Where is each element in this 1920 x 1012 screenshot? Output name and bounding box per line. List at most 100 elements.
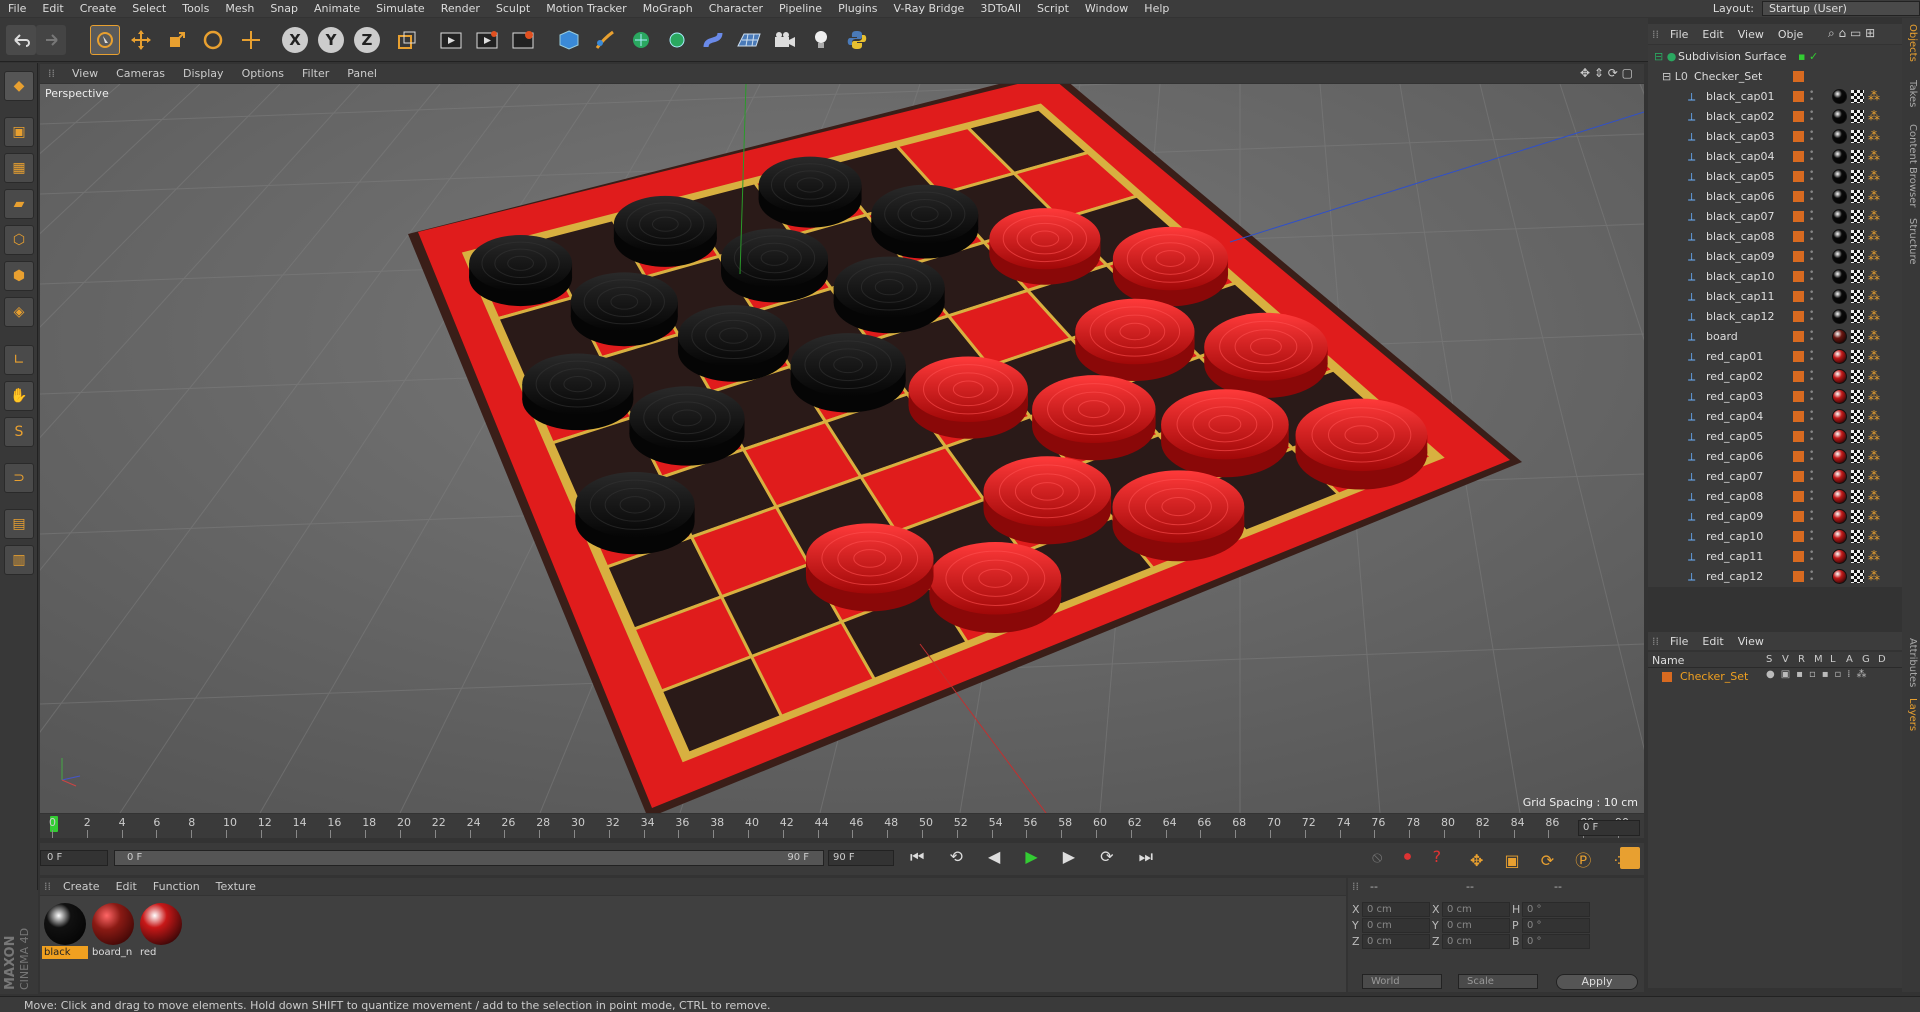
visibility-dots[interactable]: • • [1809, 329, 1814, 345]
camera-icon[interactable] [770, 25, 800, 55]
menu-file[interactable]: File [0, 0, 34, 17]
viewport-menu-panel[interactable]: Panel [338, 67, 386, 80]
object-row[interactable]: ⟂ red_cap06 • • ⁂ [1648, 447, 1902, 467]
object-menu-view[interactable]: View [1731, 28, 1771, 41]
viewport-menu-display[interactable]: Display [174, 67, 233, 80]
light-icon[interactable] [806, 25, 836, 55]
coord-value-field[interactable]: 0 ° [1522, 902, 1590, 917]
material-tag-icon[interactable] [1832, 509, 1847, 524]
texture-mode-icon[interactable]: ▦ [4, 153, 34, 183]
record-buttons[interactable]: ⦸ ⏺ ? [1372, 847, 1449, 867]
snap-icon[interactable]: S [4, 417, 34, 447]
viewport-menu-options[interactable]: Options [233, 67, 293, 80]
visibility-dots[interactable]: • • [1809, 429, 1814, 445]
visibility-dots[interactable]: • • [1809, 369, 1814, 385]
object-row[interactable]: ⟂ black_cap12 • • ⁂ [1648, 307, 1902, 327]
menu-pipeline[interactable]: Pipeline [771, 0, 830, 17]
object-row[interactable]: ⟂ black_cap07 • • ⁂ [1648, 207, 1902, 227]
coord-value-field[interactable]: 0 cm [1442, 918, 1510, 933]
object-row-root[interactable]: ⊟ ● Subdivision Surface ▪ ✓ [1648, 47, 1902, 67]
render-view-icon[interactable] [436, 25, 466, 55]
key-mode-buttons[interactable]: ✥ ▣ ⟳ Ⓟ ⁘ [1470, 847, 1634, 871]
move-tool-icon[interactable] [126, 25, 156, 55]
object-row[interactable]: ⟂ red_cap08 • • ⁂ [1648, 487, 1902, 507]
material-tag-icon[interactable] [1832, 129, 1847, 144]
visibility-dots[interactable]: • • [1809, 469, 1814, 485]
layout-dropdown[interactable]: Startup (User) [1762, 1, 1920, 16]
coord-value-field[interactable]: 0 ° [1522, 934, 1590, 949]
phong-tag-icon[interactable]: ⁂ [1868, 249, 1880, 263]
uv-tag-icon[interactable] [1851, 470, 1864, 483]
phong-tag-icon[interactable]: ⁂ [1868, 369, 1880, 383]
coord-value-field[interactable]: 0 ° [1522, 918, 1590, 933]
material-menu-function[interactable]: Function [145, 880, 208, 893]
playback-buttons[interactable]: ⏮ ⟲ ◀ ▶ ▶ ⟳ ⏭ [910, 847, 1163, 867]
menu-render[interactable]: Render [433, 0, 488, 17]
material-tag-icon[interactable] [1832, 169, 1847, 184]
apply-button[interactable]: Apply [1556, 974, 1638, 990]
side-tab-layers[interactable]: Layers [1904, 698, 1918, 731]
y-axis-icon[interactable]: Y [318, 27, 344, 53]
viewport-menu-cameras[interactable]: Cameras [107, 67, 174, 80]
visibility-dots[interactable]: • • [1809, 109, 1814, 125]
uv-tag-icon[interactable] [1851, 170, 1864, 183]
phong-tag-icon[interactable]: ⁂ [1868, 469, 1880, 483]
material-tag-icon[interactable] [1832, 389, 1847, 404]
menu-3dtoall[interactable]: 3DToAll [972, 0, 1029, 17]
side-tab-structure[interactable]: Structure [1904, 218, 1918, 265]
phong-tag-icon[interactable]: ⁂ [1868, 149, 1880, 163]
rotate-tool-icon[interactable] [198, 25, 228, 55]
uv-tag-icon[interactable] [1851, 210, 1864, 223]
current-frame-field[interactable]: 0 F [40, 850, 108, 866]
redo-icon[interactable] [36, 25, 66, 55]
uv-tag-icon[interactable] [1851, 330, 1864, 343]
uv-tag-icon[interactable] [1851, 110, 1864, 123]
material-tag-icon[interactable] [1832, 149, 1847, 164]
uv-tag-icon[interactable] [1851, 350, 1864, 363]
render-active-icon[interactable] [472, 25, 502, 55]
coord-value-field[interactable]: 0 cm [1442, 934, 1510, 949]
coord-value-field[interactable]: 0 cm [1362, 934, 1430, 949]
visibility-dots[interactable]: • • [1809, 89, 1814, 105]
phong-tag-icon[interactable]: ⁂ [1868, 389, 1880, 403]
material-menu-create[interactable]: Create [55, 880, 108, 893]
drag-handle-icon[interactable]: ⁞⁞ [40, 67, 63, 80]
material-menu-edit[interactable]: Edit [108, 880, 145, 893]
material-tag-icon[interactable] [1832, 469, 1847, 484]
side-tab-content-browser[interactable]: Content Browser [1904, 124, 1918, 207]
scale-tool-icon[interactable] [162, 25, 192, 55]
coord-scale-dropdown[interactable]: Scale [1458, 974, 1538, 989]
material-swatch[interactable]: board_n [90, 902, 136, 960]
material-menu-texture[interactable]: Texture [208, 880, 264, 893]
frame-display-field[interactable]: 0 F [1578, 820, 1640, 836]
layer-menu-view[interactable]: View [1731, 635, 1771, 648]
object-manager-tools[interactable]: ⌕ ⌂ ▭ ⊞ [1828, 26, 1875, 41]
menu-script[interactable]: Script [1029, 0, 1077, 17]
uv-tag-icon[interactable] [1851, 490, 1864, 503]
material-tag-icon[interactable] [1832, 209, 1847, 224]
uv-tag-icon[interactable] [1851, 410, 1864, 423]
visibility-dots[interactable]: • • [1809, 409, 1814, 425]
cube-icon[interactable] [554, 25, 584, 55]
material-swatch[interactable]: black [42, 902, 88, 960]
phong-tag-icon[interactable]: ⁂ [1868, 289, 1880, 303]
make-editable-icon[interactable]: ◆ [4, 71, 34, 101]
material-tag-icon[interactable] [1832, 269, 1847, 284]
viewport-menu-view[interactable]: View [63, 67, 107, 80]
phong-tag-icon[interactable]: ⁂ [1868, 449, 1880, 463]
select-tool-icon[interactable] [90, 25, 120, 55]
object-row[interactable]: ⟂ board • • ⁂ [1648, 327, 1902, 347]
timeline-ruler[interactable]: 0 2 4 6 8 10 12 14 16 18 20 22 24 26 28 30 32 34 36 38 40 42 4… [40, 814, 1644, 838]
visibility-dots[interactable]: • • [1809, 289, 1814, 305]
object-menu-file[interactable]: File [1663, 28, 1695, 41]
uv-tag-icon[interactable] [1851, 230, 1864, 243]
uv-tag-icon[interactable] [1851, 390, 1864, 403]
material-tag-icon[interactable] [1832, 449, 1847, 464]
phong-tag-icon[interactable]: ⁂ [1868, 169, 1880, 183]
visibility-dots[interactable]: • • [1809, 249, 1814, 265]
menu-sculpt[interactable]: Sculpt [488, 0, 538, 17]
uv-tag-icon[interactable] [1851, 130, 1864, 143]
material-tag-icon[interactable] [1832, 409, 1847, 424]
phong-tag-icon[interactable]: ⁂ [1868, 269, 1880, 283]
visibility-dots[interactable]: • • [1809, 209, 1814, 225]
